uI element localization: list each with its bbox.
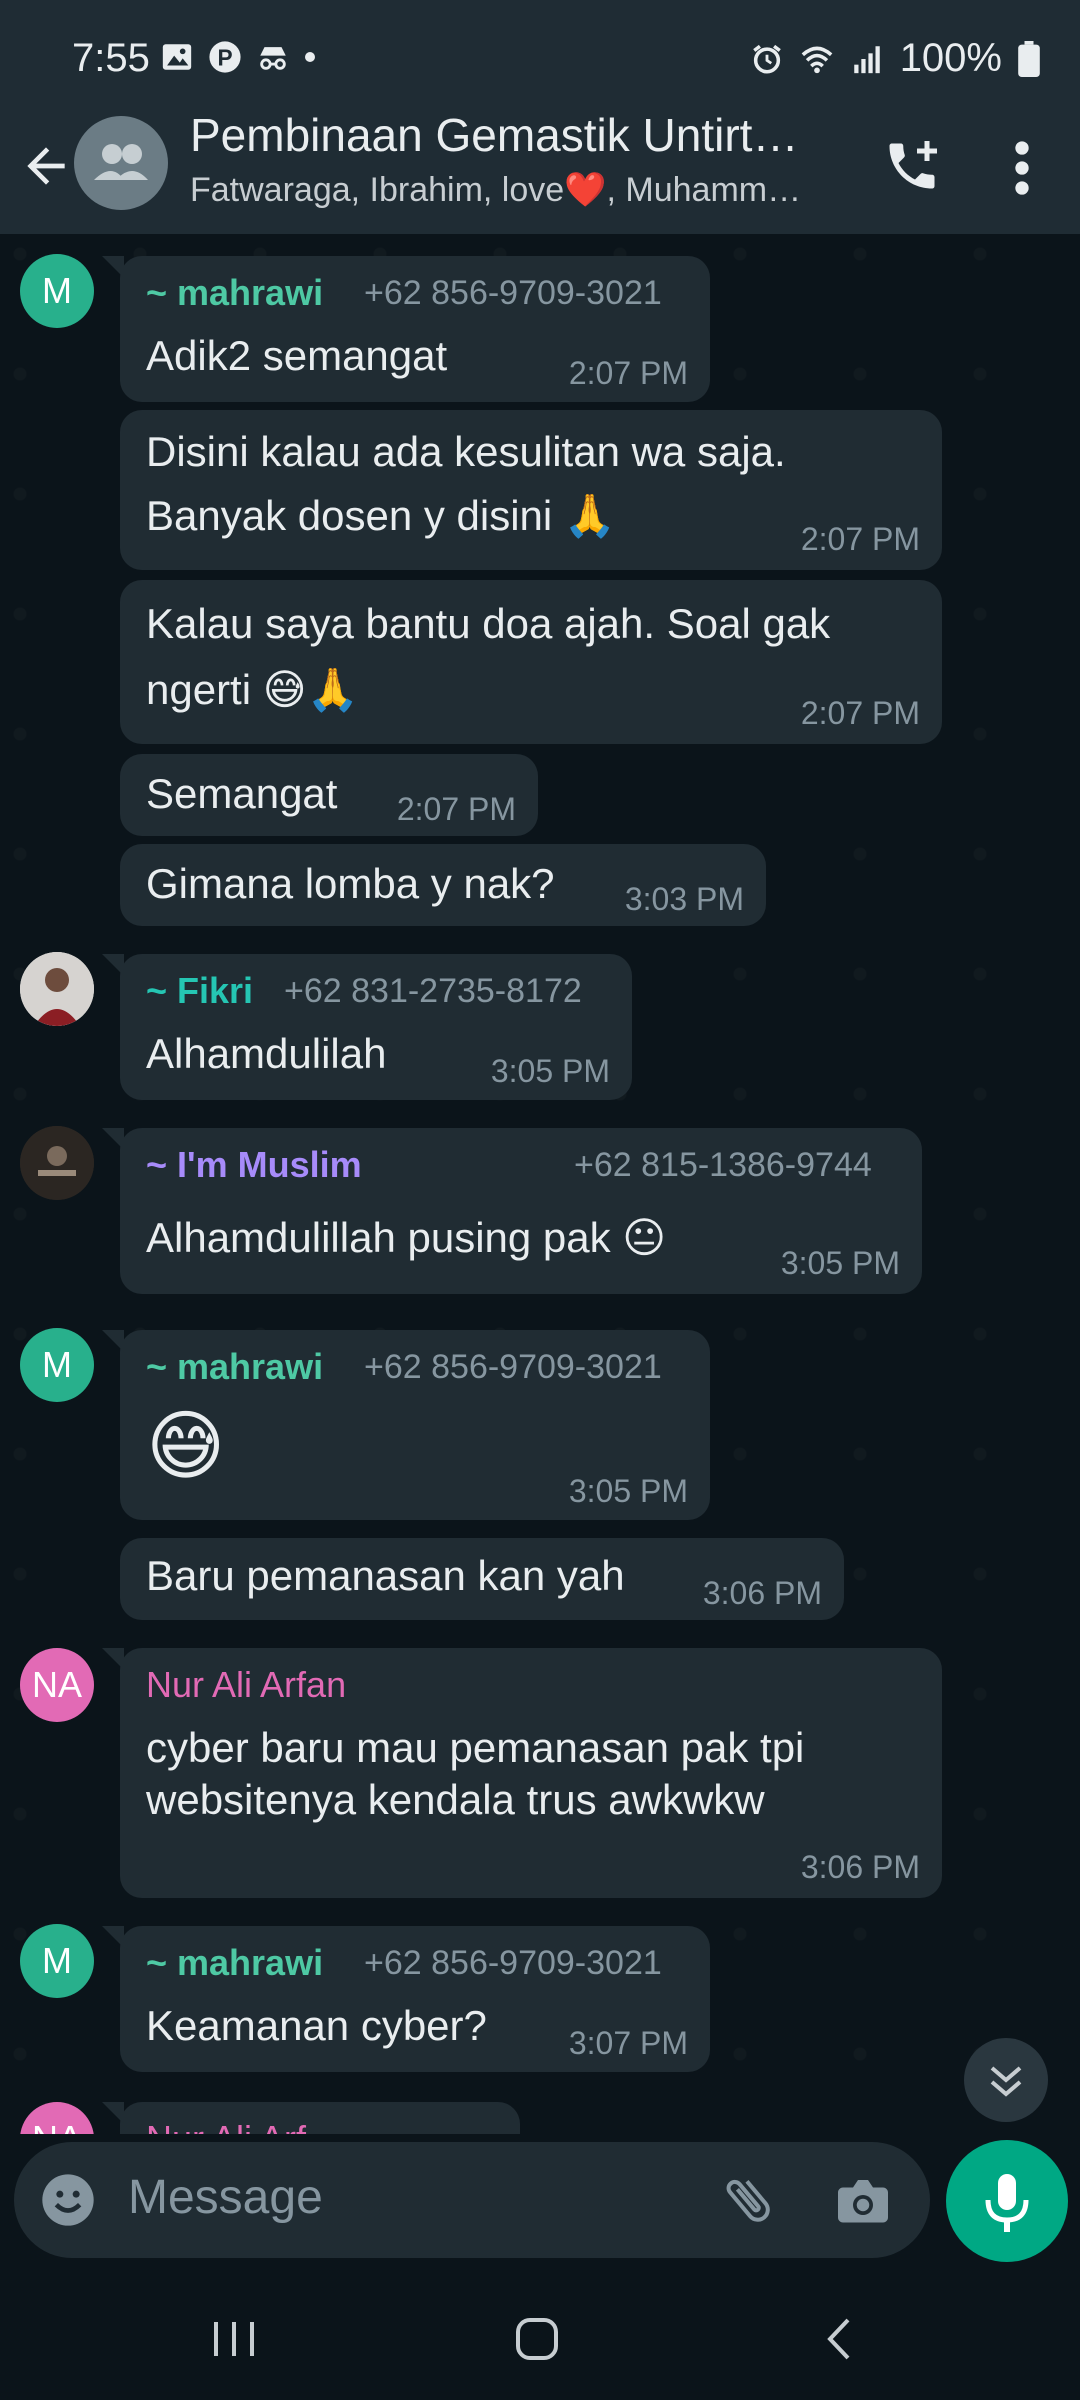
message-text-line2: Banyak dosen y disini 🙏 [146,492,617,539]
chat-header: Pembinaan Gemastik Untirt… Fatwaraga, Ib… [0,108,1080,234]
message-text: Adik2 semangat [146,332,448,379]
group-avatar[interactable] [74,116,168,210]
message-bubble[interactable]: Baru pemanasan kan yah 3:06 PM [120,1538,844,1620]
status-time: 7:55 [72,36,150,80]
message-time: 3:05 PM [780,1245,900,1281]
attach-icon[interactable] [718,2170,778,2230]
pinterest-icon: P [209,41,241,73]
battery-percent: 100% [899,36,1002,80]
gallery-icon [162,44,192,70]
message-bubble[interactable]: Semangat 2:07 PM [120,754,538,836]
sender-name[interactable]: ~ Fikri [146,970,253,1012]
message-bubble[interactable]: ~ I'm Muslim +62 815-1386-9744 Alhamduli… [102,1128,922,1294]
message-bubble[interactable]: Nur Ali Arf… [102,2102,520,2134]
notification-icons: P [160,40,316,74]
sender-phone: +62 815-1386-9744 [574,1146,872,1184]
avatar-mahrawi[interactable]: M [20,1328,94,1402]
avatar-muslim[interactable] [20,1126,94,1200]
message-bubble[interactable]: ~ Fikri +62 831-2735-8172 Alhamdulilah 3… [102,954,632,1100]
avatar-fikri[interactable] [20,952,94,1026]
avatar-mahrawi[interactable]: M [20,1924,94,1998]
status-right: 100% [750,36,1040,81]
wifi-icon [801,46,833,73]
avatar-nur[interactable]: NA [20,2102,94,2134]
message-time: 2:07 PM [800,521,920,557]
group-members[interactable]: Fatwaraga, Ibrahim, love❤️, Muhamm… [190,170,840,210]
more-vert-icon[interactable] [1004,138,1040,198]
emoji-message: 😅 [146,1404,226,1489]
message-time: 3:05 PM [490,1053,610,1089]
camera-icon[interactable] [832,2170,894,2230]
system-nav-bar [0,2276,1080,2400]
message-text: Semangat [146,770,338,817]
message-bubble[interactable]: Kalau saya bantu doa ajah. Soal gak nger… [120,580,942,744]
message-text: Gimana lomba y nak? [146,860,555,907]
signal-icon [853,45,880,73]
message-text: Baru pemanasan kan yah [146,1552,625,1599]
message-text-line2: websitenya kendala trus awkwkw [146,1776,765,1823]
incognito-icon [260,47,286,70]
message-time: 3:05 PM [568,1473,688,1509]
battery-icon [1018,40,1040,77]
message-composer: Message [14,2142,930,2258]
mic-icon [985,2174,1029,2232]
avatar-nur[interactable]: NA [20,1648,94,1722]
message-time: 2:07 PM [800,695,920,731]
sender-name[interactable]: ~ mahrawi [146,272,323,314]
home-icon[interactable] [512,2314,562,2364]
message-time: 3:07 PM [568,2025,688,2061]
voice-message-button[interactable] [946,2140,1068,2262]
dot-icon [305,52,315,62]
add-call-icon[interactable] [882,136,942,196]
sender-name[interactable]: ~ I'm Muslim [146,1144,362,1186]
message-bubble[interactable]: Nur Ali Arfan cyber baru mau pemanasan p… [102,1648,942,1898]
sender-name[interactable]: Nur Ali Arfan [146,1664,346,1706]
message-time: 3:03 PM [624,881,744,917]
message-time: 3:06 PM [800,1849,920,1885]
svg-text:P: P [217,45,232,71]
alarm-icon [752,44,781,74]
back-arrow-icon[interactable] [18,138,74,194]
message-text-line2: ngerti 😅🙏 [146,666,359,713]
person-photo-icon [20,952,94,1026]
message-time: 2:07 PM [568,355,688,391]
message-bubble[interactable]: ~ mahrawi +62 856-9709-3021 😅 3:05 PM [102,1330,710,1520]
message-bubble[interactable]: Disini kalau ada kesulitan wa saja. Bany… [120,410,942,570]
message-text: Alhamdulillah pusing pak 😐 [146,1214,667,1261]
avatar-mahrawi[interactable]: M [20,254,94,328]
scroll-to-bottom-button[interactable] [964,2038,1048,2122]
message-text-line1: Disini kalau ada kesulitan wa saja. [146,428,786,475]
emoji-icon[interactable] [40,2172,96,2228]
sender-name[interactable]: ~ mahrawi [146,1346,323,1388]
message-text-line1: Kalau saya bantu doa ajah. Soal gak [146,600,831,647]
message-input[interactable]: Message [128,2170,323,2225]
sender-name[interactable]: Nur Ali Arf… [146,2118,342,2134]
sender-phone: +62 856-9709-3021 [364,1348,662,1386]
message-list[interactable]: M ~ mahrawi +62 856-9709-3021 Adik2 sema… [0,234,1080,2134]
back-icon[interactable] [816,2314,864,2364]
message-bubble[interactable]: ~ mahrawi +62 856-9709-3021 Adik2 semang… [102,256,710,402]
recents-icon[interactable] [206,2316,262,2362]
message-text: Keamanan cyber? [146,2002,487,2049]
sender-phone: +62 856-9709-3021 [364,1944,662,1982]
group-icon [94,144,148,180]
sender-name[interactable]: ~ mahrawi [146,1942,323,1984]
message-bubble[interactable]: Gimana lomba y nak? 3:03 PM [120,844,766,926]
status-bar: 7:55 P 100% [0,0,1080,118]
message-bubble[interactable]: ~ mahrawi +62 856-9709-3021 Keamanan cyb… [102,1926,710,2072]
message-time: 3:06 PM [702,1575,822,1611]
chevron-down-icon [990,2066,1022,2097]
profile-logo-icon [20,1126,94,1200]
group-title[interactable]: Pembinaan Gemastik Untirt… [190,108,830,162]
sender-phone: +62 831-2735-8172 [284,972,582,1010]
sender-phone: +62 856-9709-3021 [364,274,662,312]
message-text: Alhamdulilah [146,1030,387,1077]
message-time: 2:07 PM [396,791,516,827]
